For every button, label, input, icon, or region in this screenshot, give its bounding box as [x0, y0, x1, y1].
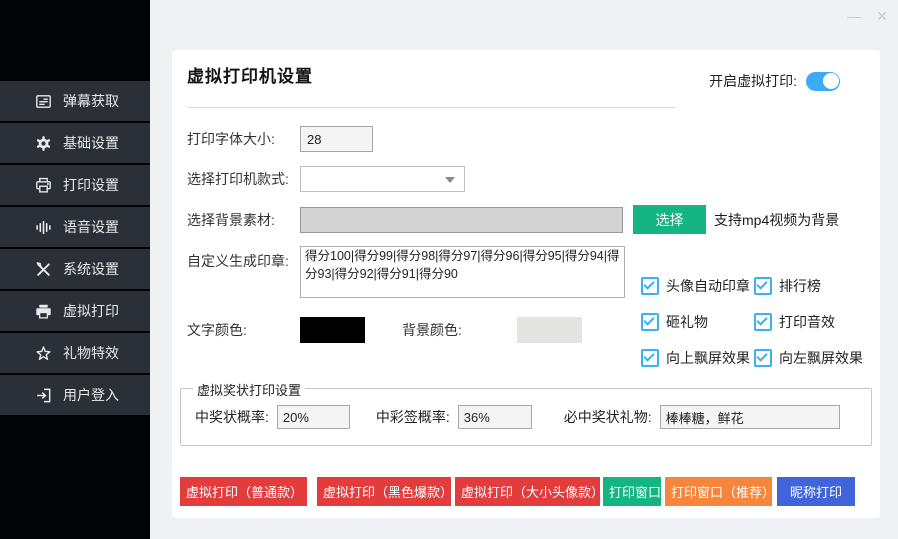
background-material-input[interactable]: [300, 207, 623, 233]
sidebar-item-user-login[interactable]: 用户登入: [0, 375, 150, 415]
mp4-hint-text: 支持mp4视频为背景: [714, 210, 839, 230]
checkbox-checked-icon: [641, 277, 659, 295]
text-color-swatch[interactable]: [300, 317, 365, 343]
login-icon: [35, 387, 52, 404]
bg-color-label: 背景颜色:: [402, 320, 517, 340]
checkbox-checked-icon: [641, 313, 659, 331]
award-probability-label: 中奖状概率:: [195, 407, 269, 427]
checkbox-label: 向上飘屏效果: [666, 348, 750, 368]
custom-seal-label: 自定义生成印章:: [187, 246, 300, 271]
checkbox-float-up-effect[interactable]: 向上飘屏效果: [641, 348, 754, 368]
checkbox-auto-avatar-seal[interactable]: 头像自动印章: [641, 276, 754, 296]
colors-row: 文字颜色: 背景颜色:: [187, 317, 582, 343]
virtual-print-black-button[interactable]: 虚拟打印（黑色爆款）: [317, 477, 451, 506]
award-group-legend: 虚拟奖状打印设置: [193, 380, 305, 399]
printer-style-row: 选择打印机款式:: [187, 166, 465, 192]
gear-icon: [35, 135, 52, 152]
sidebar-item-basic-settings[interactable]: 基础设置: [0, 123, 150, 163]
sidebar-item-label: 用户登入: [63, 385, 119, 405]
toggle-label: 开启虚拟打印:: [709, 71, 797, 91]
text-color-label: 文字颜色:: [187, 320, 300, 340]
tools-icon: [35, 261, 52, 278]
checkbox-checked-icon: [754, 349, 772, 367]
checkbox-checked-icon: [641, 349, 659, 367]
checkbox-checked-icon: [754, 277, 772, 295]
checkbox-checked-icon: [754, 313, 772, 331]
close-button[interactable]: ✕: [876, 5, 888, 27]
guaranteed-gift-input[interactable]: [660, 405, 840, 429]
sidebar-item-print-settings[interactable]: 打印设置: [0, 165, 150, 205]
virtual-print-toggle[interactable]: [806, 72, 840, 91]
sidebar-item-label: 礼物特效: [63, 343, 119, 363]
checkbox-label: 向左飘屏效果: [779, 348, 863, 368]
virtual-print-avatar-button[interactable]: 虚拟打印（大小头像款）: [455, 477, 600, 506]
main-area: — ✕ 虚拟打印机设置 开启虚拟打印: 打印字体大小: 选择打印机款式:: [150, 0, 898, 539]
font-size-input[interactable]: [300, 126, 373, 152]
guaranteed-gift-group: 必中奖状礼物:: [564, 405, 840, 429]
minimize-button[interactable]: —: [847, 5, 861, 27]
checkbox-ranking[interactable]: 排行榜: [754, 276, 863, 296]
print-window-button[interactable]: 打印窗口: [603, 477, 661, 506]
bg-color-swatch[interactable]: [517, 317, 582, 343]
virtual-print-toggle-row: 开启虚拟打印:: [709, 71, 840, 91]
sidebar-item-gift-effects[interactable]: 礼物特效: [0, 333, 150, 373]
page-title: 虚拟打印机设置: [187, 62, 313, 87]
danmaku-icon: [35, 93, 52, 110]
award-probability-input[interactable]: [277, 405, 350, 429]
virtual-printer-icon: [35, 303, 52, 320]
checkbox-label: 头像自动印章: [666, 276, 750, 296]
checkbox-float-left-effect[interactable]: 向左飘屏效果: [754, 348, 863, 368]
sidebar-item-label: 打印设置: [63, 175, 119, 195]
title-divider: [187, 107, 675, 108]
checkbox-smash-gift[interactable]: 砸礼物: [641, 312, 754, 332]
sidebar-item-label: 虚拟打印: [63, 301, 119, 321]
font-size-label: 打印字体大小:: [187, 129, 300, 149]
window-controls: — ✕: [847, 5, 888, 27]
sidebar-item-label: 弹幕获取: [63, 91, 119, 111]
custom-seal-row: 自定义生成印章: 得分100|得分99|得分98|得分97|得分96|得分95|…: [187, 246, 625, 298]
settings-card: 虚拟打印机设置 开启虚拟打印: 打印字体大小: 选择打印机款式:: [172, 50, 880, 518]
checkbox-print-sound[interactable]: 打印音效: [754, 312, 863, 332]
sidebar-item-virtual-print[interactable]: 虚拟打印: [0, 291, 150, 331]
lottery-probability-input[interactable]: [458, 405, 532, 429]
choose-background-button[interactable]: 选择: [633, 205, 706, 234]
font-size-row: 打印字体大小:: [187, 126, 373, 152]
award-probability-group: 中奖状概率:: [195, 405, 350, 429]
printer-style-select[interactable]: [300, 166, 465, 192]
background-material-row: 选择背景素材: 选择 支持mp4视频为背景: [187, 205, 839, 234]
custom-seal-textarea[interactable]: 得分100|得分99|得分98|得分97|得分96|得分95|得分94|得分93…: [300, 246, 625, 298]
chevron-down-icon: [445, 177, 455, 183]
checkbox-label: 排行榜: [779, 276, 821, 296]
printer-icon: [35, 177, 52, 194]
lottery-probability-label: 中彩签概率:: [376, 407, 450, 427]
lottery-probability-group: 中彩签概率:: [376, 405, 532, 429]
virtual-print-normal-button[interactable]: 虚拟打印（普通款）: [180, 477, 307, 506]
printer-style-label: 选择打印机款式:: [187, 169, 300, 189]
sidebar: 弹幕获取 基础设置 打印设置 语音设置 系统设置: [0, 0, 150, 539]
sidebar-item-danmaku[interactable]: 弹幕获取: [0, 81, 150, 121]
sidebar-item-label: 系统设置: [63, 259, 119, 279]
sidebar-item-label: 基础设置: [63, 133, 119, 153]
app-window: 弹幕获取 基础设置 打印设置 语音设置 系统设置: [0, 0, 898, 539]
sidebar-item-system-settings[interactable]: 系统设置: [0, 249, 150, 289]
options-checkbox-grid: 头像自动印章 排行榜 砸礼物 打印音效 向上飘屏效果: [641, 276, 863, 368]
sidebar-item-label: 语音设置: [63, 217, 119, 237]
print-window-recommended-button[interactable]: 打印窗口（推荐）: [665, 477, 772, 506]
checkbox-label: 砸礼物: [666, 312, 708, 332]
voice-icon: [35, 219, 52, 236]
background-material-label: 选择背景素材:: [187, 210, 300, 230]
award-print-settings-group: 虚拟奖状打印设置 中奖状概率: 中彩签概率: 必中奖状礼物:: [180, 388, 872, 446]
checkbox-label: 打印音效: [779, 312, 835, 332]
nickname-print-button[interactable]: 昵称打印: [777, 477, 855, 506]
guaranteed-gift-label: 必中奖状礼物:: [564, 407, 652, 427]
sidebar-item-voice-settings[interactable]: 语音设置: [0, 207, 150, 247]
gift-effects-icon: [35, 345, 52, 362]
